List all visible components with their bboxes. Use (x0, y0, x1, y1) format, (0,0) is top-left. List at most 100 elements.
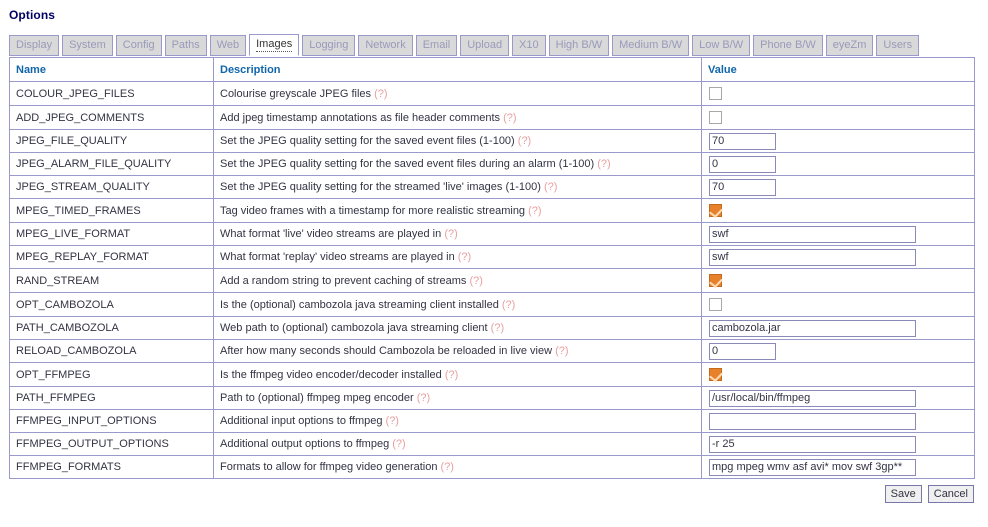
option-checkbox[interactable] (709, 367, 722, 381)
help-link-icon[interactable]: (?) (417, 392, 430, 404)
option-text-input[interactable]: swf (709, 225, 916, 243)
tab-paths[interactable]: Paths (164, 35, 207, 56)
option-checkbox[interactable] (709, 297, 722, 311)
table-row: FFMPEG_INPUT_OPTIONS Additional input opt… (9, 409, 975, 433)
option-name: JPEG_FILE_QUALITY (16, 135, 128, 147)
table-row: ADD_JPEG_COMMENTS Add jpeg timestamp anno… (9, 105, 975, 130)
help-link-icon[interactable]: (?) (374, 88, 387, 100)
help-link-icon[interactable]: (?) (491, 322, 504, 334)
option-text-input[interactable]: 0 (709, 155, 776, 173)
help-link-icon[interactable]: (?) (386, 415, 399, 427)
tab-display[interactable]: Display (9, 35, 60, 56)
help-link-icon[interactable]: (?) (441, 461, 454, 473)
option-name: FFMPEG_OUTPUT_OPTIONS (16, 438, 169, 450)
option-text-input[interactable]: 70 (709, 178, 776, 196)
option-checkbox[interactable] (709, 203, 722, 217)
tab-upload[interactable]: Upload (460, 35, 510, 56)
options-table-body: COLOUR_JPEG_FILES Colourise greyscale JPE… (9, 81, 975, 479)
option-text-input[interactable]: -r 25 (709, 435, 916, 453)
help-link-icon[interactable]: (?) (458, 251, 471, 263)
tab-label: Users (883, 39, 913, 51)
tab-network[interactable]: Network (358, 35, 413, 56)
option-text-input[interactable]: 70 (709, 132, 776, 150)
tab-web[interactable]: Web (209, 35, 247, 56)
help-link-icon[interactable]: (?) (469, 275, 482, 287)
option-description: Colourise greyscale JPEG files (220, 87, 372, 100)
tab-system[interactable]: System (62, 35, 113, 56)
option-checkbox[interactable] (709, 86, 722, 100)
tab-config[interactable]: Config (115, 35, 162, 56)
table-row: MPEG_REPLAY_FORMAT What format 'replay' v… (9, 245, 975, 269)
table-row: COLOUR_JPEG_FILES Colourise greyscale JPE… (9, 81, 975, 106)
table-row: MPEG_LIVE_FORMAT What format 'live' video… (9, 222, 975, 246)
tab-label: X10 (519, 39, 539, 51)
tab-label: Upload (467, 39, 503, 51)
option-checkbox[interactable] (709, 110, 722, 124)
tab-users[interactable]: Users (876, 35, 920, 56)
option-name: COLOUR_JPEG_FILES (16, 87, 135, 100)
help-link-icon[interactable]: (?) (444, 228, 457, 240)
option-value-cell: 0 (701, 152, 975, 176)
table-row: MPEG_TIMED_FRAMES Tag video frames with a… (9, 198, 975, 223)
tab-email[interactable]: Email (415, 35, 458, 56)
option-name-cell: JPEG_STREAM_QUALITY (9, 175, 214, 199)
option-name: RAND_STREAM (16, 274, 100, 287)
tab-label: Low B/W (699, 39, 744, 51)
option-description: Add a random string to prevent caching o… (220, 274, 467, 287)
option-checkbox[interactable] (709, 273, 722, 287)
option-text-input[interactable]: 0 (709, 342, 776, 360)
option-description: Path to (optional) ffmpeg mpeg encoder (220, 392, 414, 404)
table-row: JPEG_STREAM_QUALITY Set the JPEG quality … (9, 175, 975, 199)
tab-images[interactable]: Images (249, 34, 300, 56)
option-description-cell: What format 'replay' video streams are p… (213, 245, 702, 269)
tab-label: Images (256, 37, 293, 52)
cancel-button[interactable]: Cancel (927, 485, 974, 503)
help-link-icon[interactable]: (?) (555, 345, 568, 357)
option-value-cell: 0 (701, 339, 975, 363)
option-description: Additional input options to ffmpeg (220, 415, 383, 427)
tab-label: Config (122, 39, 155, 51)
column-header-name: Name (9, 57, 214, 82)
option-name: PATH_CAMBOZOLA (16, 322, 119, 334)
option-name-cell: ADD_JPEG_COMMENTS (9, 105, 214, 130)
option-text-input[interactable]: mpg mpeg wmv asf avi* mov swf 3gp** (709, 458, 916, 476)
help-link-icon[interactable]: (?) (518, 135, 531, 147)
tab-phone-b-w[interactable]: Phone B/W (753, 35, 823, 56)
help-link-icon[interactable]: (?) (445, 369, 458, 381)
option-value-cell: mpg mpeg wmv asf avi* mov swf 3gp** (701, 455, 975, 479)
option-text-input[interactable] (709, 412, 916, 430)
option-text-input[interactable]: cambozola.jar (709, 319, 916, 337)
option-description: After how many seconds should Cambozola … (220, 345, 553, 357)
option-description: Is the ffmpeg video encoder/decoder inst… (220, 368, 442, 381)
tab-logging[interactable]: Logging (302, 35, 356, 56)
table-row: OPT_FFMPEG Is the ffmpeg video encoder/de… (9, 362, 975, 387)
help-link-icon[interactable]: (?) (528, 205, 541, 217)
option-name-cell: MPEG_TIMED_FRAMES (9, 198, 214, 223)
tab-x10[interactable]: X10 (512, 35, 546, 56)
option-description: Is the (optional) cambozola java streami… (220, 298, 499, 311)
option-value-cell: 70 (701, 129, 975, 153)
tab-eyezm[interactable]: eyeZm (825, 35, 874, 56)
tab-label: Medium B/W (619, 39, 683, 51)
option-name-cell: OPT_FFMPEG (9, 362, 214, 387)
option-text-input[interactable]: swf (709, 248, 916, 266)
option-text-input[interactable]: /usr/local/bin/ffmpeg (709, 389, 916, 407)
help-link-icon[interactable]: (?) (502, 299, 515, 311)
option-value-cell: 70 (701, 175, 975, 199)
option-name: PATH_FFMPEG (16, 392, 96, 404)
help-link-icon[interactable]: (?) (503, 112, 516, 124)
tab-low-b-w[interactable]: Low B/W (692, 35, 751, 56)
tab-medium-b-w[interactable]: Medium B/W (612, 35, 690, 56)
option-value-cell (701, 362, 975, 387)
save-button[interactable]: Save (884, 485, 922, 503)
option-description-cell: Formats to allow for ffmpeg video genera… (213, 455, 702, 479)
tab-high-b-w[interactable]: High B/W (548, 35, 610, 56)
option-description-cell: Colourise greyscale JPEG files (?) (213, 81, 702, 106)
option-name: FFMPEG_INPUT_OPTIONS (16, 415, 157, 427)
help-link-icon[interactable]: (?) (392, 438, 405, 450)
option-description: Set the JPEG quality setting for the str… (220, 181, 541, 193)
option-description: Formats to allow for ffmpeg video genera… (220, 461, 438, 473)
column-header-description: Description (213, 57, 702, 82)
help-link-icon[interactable]: (?) (597, 158, 610, 170)
help-link-icon[interactable]: (?) (544, 181, 557, 193)
